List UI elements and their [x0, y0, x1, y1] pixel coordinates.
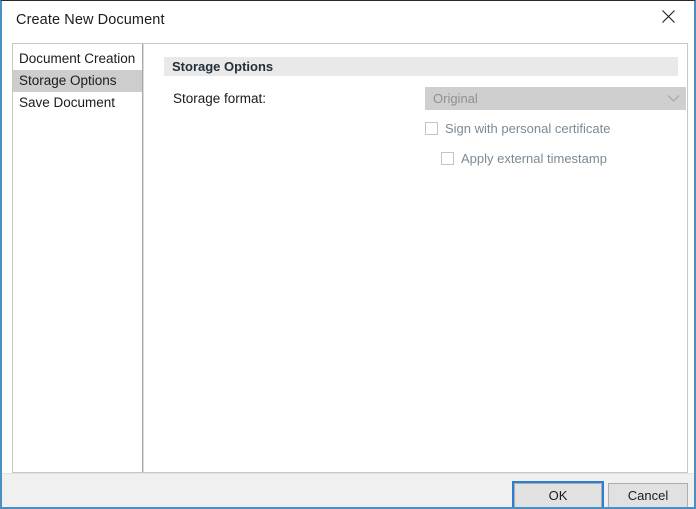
close-icon-glyph: [661, 9, 675, 23]
cancel-button[interactable]: Cancel: [608, 483, 688, 507]
chevron-down-icon-glyph: [667, 95, 679, 102]
dialog-window: Create New Document Document Creation St…: [0, 0, 696, 509]
storage-format-label: Storage format:: [173, 91, 267, 106]
dialog-title: Create New Document: [16, 12, 165, 28]
dialog-footer: OK Cancel: [2, 473, 694, 507]
sidebar-item-save-document[interactable]: Save Document: [13, 92, 142, 114]
title-bar: Create New Document: [2, 1, 694, 43]
sign-with-certificate-checkbox[interactable]: [425, 122, 438, 135]
sidebar-list: Document Creation Storage Options Save D…: [13, 44, 142, 114]
content-panel: Storage Options Storage format: Original…: [143, 43, 688, 473]
apply-external-timestamp-label: Apply external timestamp: [461, 151, 607, 166]
sidebar-nav-panel: Document Creation Storage Options Save D…: [12, 43, 143, 473]
storage-format-selected-value: Original: [433, 91, 478, 106]
storage-format-dropdown[interactable]: Original: [425, 87, 686, 110]
apply-external-timestamp-checkbox-row[interactable]: Apply external timestamp: [441, 151, 607, 166]
sidebar-item-label: Document Creation: [19, 51, 136, 66]
sidebar-item-label: Save Document: [19, 95, 116, 110]
close-icon[interactable]: [646, 1, 690, 31]
sidebar-item-label: Storage Options: [19, 73, 117, 88]
section-header: Storage Options: [164, 57, 678, 76]
ok-button[interactable]: OK: [512, 481, 604, 507]
sign-with-certificate-label: Sign with personal certificate: [445, 121, 611, 136]
sidebar-item-document-creation[interactable]: Document Creation: [13, 48, 142, 70]
chevron-down-icon: [661, 94, 685, 103]
sidebar-item-storage-options[interactable]: Storage Options: [13, 70, 142, 92]
sign-with-certificate-checkbox-row[interactable]: Sign with personal certificate: [425, 121, 610, 136]
apply-external-timestamp-checkbox[interactable]: [441, 152, 454, 165]
